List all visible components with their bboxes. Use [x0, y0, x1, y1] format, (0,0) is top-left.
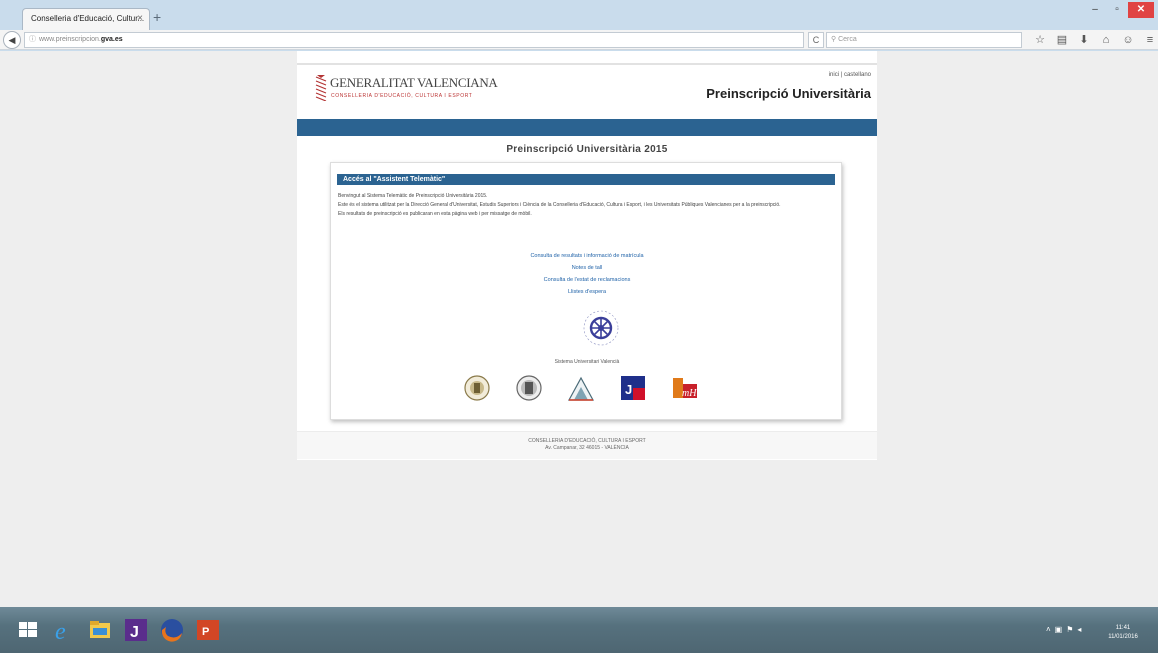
menu-icon[interactable]: ≡ [1140, 31, 1158, 49]
browser-navbar: ◀ ⓘ www.preinscripcion.gva.es C ⚲ Cerca ☆… [0, 30, 1158, 50]
search-input[interactable]: ⚲ Cerca [826, 32, 1022, 48]
clock-time: 11:41 [1115, 625, 1131, 631]
link-claims-status[interactable]: Consulta de l'estat de reclamacions [331, 274, 843, 286]
page-title: Preinscripció Universitària 2015 [506, 144, 668, 155]
address-bar[interactable]: ⓘ www.preinscripcion.gva.es [24, 32, 804, 48]
system-tray: ˄ ▣ ⚑ ◂ [1046, 625, 1081, 634]
reading-list-icon[interactable]: ▤ [1052, 31, 1072, 49]
network-icon[interactable]: ▣ [1055, 625, 1063, 634]
taskbar-clock[interactable]: 11:41 11/01/2016 [1098, 624, 1148, 642]
volume-icon[interactable]: ◂ [1077, 625, 1081, 634]
lang-home-link[interactable]: inici [829, 72, 839, 78]
minimize-button[interactable]: – [1084, 2, 1106, 18]
site-identity-icon[interactable]: ⓘ [29, 36, 36, 43]
assistant-panel: Accés al "Assistent Telemàtic" Benvingut… [330, 162, 842, 420]
chat-icon[interactable]: ☺ [1118, 31, 1138, 49]
links-list: Consulta de resultats i informació de ma… [331, 250, 843, 298]
welcome-paragraph: Benvingut al Sistema Telemàtic de Preins… [338, 193, 488, 199]
panel-heading: Accés al "Assistent Telemàtic" [337, 174, 835, 185]
logo-subtitle: CONSELLERIA D'EDUCACIÓ, CULTURA I ESPORT [331, 93, 473, 99]
university-seal-1-icon[interactable] [463, 374, 491, 402]
browser-titlebar: Conselleria d'Educació, Cultur... × + – … [0, 0, 1158, 30]
file-explorer-icon[interactable] [86, 616, 114, 644]
suv-emblem-icon [583, 310, 619, 346]
page-footer: CONSELLERIA D'EDUCACIÓ, CULTURA I ESPORT… [297, 431, 877, 459]
clock-date: 11/01/2016 [1108, 634, 1138, 640]
reload-button[interactable]: C [808, 32, 824, 48]
tab-title: Conselleria d'Educació, Cultur... [31, 14, 145, 23]
back-arrow-icon: ◀ [8, 35, 16, 45]
svg-text:P: P [202, 626, 209, 638]
home-icon[interactable]: ⌂ [1096, 31, 1116, 49]
flag-icon[interactable]: ⚑ [1066, 625, 1073, 634]
svg-text:mH: mH [682, 388, 697, 399]
gva-bars-icon [315, 75, 327, 101]
university-triangle-logo-icon[interactable] [567, 374, 595, 402]
windows-start-icon[interactable] [14, 616, 42, 644]
back-button[interactable]: ◀ [3, 31, 21, 49]
url-prefix: www.preinscripcion. [39, 36, 101, 43]
web-viewport: GENERALITAT VALENCIANA CONSELLERIA D'EDU… [0, 51, 1158, 607]
link-waiting-lists[interactable]: Llistes d'espera [331, 286, 843, 298]
university-seal-2-icon[interactable] [515, 374, 543, 402]
university-logos: J mH [463, 374, 713, 404]
svg-text:e: e [55, 619, 66, 644]
svg-text:J: J [625, 382, 632, 397]
search-icon: ⚲ [831, 36, 837, 43]
download-icon[interactable]: ⬇ [1074, 31, 1094, 49]
search-placeholder: Cerca [838, 36, 857, 43]
university-umh-logo-icon[interactable]: mH [671, 374, 699, 402]
page-container: GENERALITAT VALENCIANA CONSELLERIA D'EDU… [297, 51, 877, 460]
site-title: Preinscripció Universitària [706, 86, 871, 101]
logo-name: GENERALITAT VALENCIANA [330, 75, 498, 90]
powerpoint-icon[interactable]: P [194, 616, 222, 644]
internet-explorer-icon[interactable]: e [50, 616, 78, 644]
university-uji-logo-icon[interactable]: J [619, 374, 647, 402]
star-icon[interactable]: ☆ [1030, 31, 1050, 49]
firefox-icon[interactable] [158, 616, 186, 644]
browser-tab[interactable]: Conselleria d'Educació, Cultur... × [22, 8, 150, 30]
header-band [297, 119, 877, 136]
top-divider [297, 63, 877, 65]
tab-close-icon[interactable]: × [137, 9, 143, 29]
emblem-caption: Sistema Universitari Valencià [554, 359, 620, 365]
toolbar-icons: ☆ ▤ ⬇ ⌂ ☺ ≡ [1030, 31, 1158, 49]
link-cutoff-grades[interactable]: Notes de tall [331, 262, 843, 274]
svg-text:J: J [130, 624, 139, 641]
footer-line-2: Av. Campanar, 32 46015 - VALÈNCIA [545, 445, 629, 451]
lang-castellano-link[interactable]: castellano [844, 72, 871, 78]
tray-expand-icon[interactable]: ˄ [1046, 625, 1051, 634]
app-j-icon[interactable]: J [122, 616, 150, 644]
language-switch: inici | castellano [829, 72, 871, 78]
results-paragraph: Els resultats de preinscripció es public… [338, 211, 532, 217]
maximize-button[interactable]: ▫ [1106, 2, 1128, 18]
footer-line-1: CONSELLERIA D'EDUCACIÓ, CULTURA I ESPORT [528, 438, 646, 444]
lang-separator: | [840, 72, 843, 78]
window-controls: – ▫ ✕ [1084, 2, 1154, 18]
url-domain: gva.es [100, 36, 123, 43]
generalitat-logo[interactable]: GENERALITAT VALENCIANA CONSELLERIA D'EDU… [315, 73, 498, 105]
windows-taskbar: e J P ˄ ▣ ⚑ ◂ 11:41 11/01/2016 [0, 607, 1158, 653]
system-paragraph: Este és el sistema utilitzat per la Dire… [338, 202, 781, 208]
link-results[interactable]: Consulta de resultats i informació de ma… [331, 250, 843, 262]
new-tab-button[interactable]: + [153, 9, 161, 25]
close-window-button[interactable]: ✕ [1128, 2, 1154, 18]
panel-text: Benvingut al Sistema Telemàtic de Preins… [338, 193, 834, 220]
